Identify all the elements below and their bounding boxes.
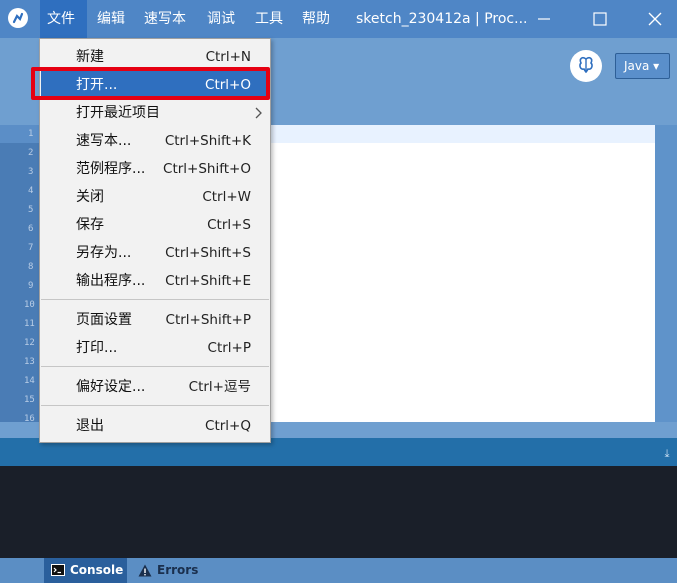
menu-separator [41,299,269,300]
line-number: 8 [28,262,34,272]
maximize-button[interactable] [578,0,622,38]
title-bar: 文件 编辑 速写本 调试 工具 帮助 sketch_230412a | Proc… [0,0,677,38]
menu-item-shortcut: Ctrl+Shift+S [165,245,251,261]
menu-item-shortcut: Ctrl+S [207,217,251,233]
menu-item-shortcut: Ctrl+Shift+P [165,312,251,328]
mode-button[interactable] [570,50,602,82]
minimize-button[interactable] [522,0,566,38]
line-number: 12 [24,338,35,348]
menu-item-quit[interactable]: 退出 Ctrl+Q [41,412,269,440]
menu-sketch[interactable]: 速写本 [137,0,193,38]
line-number: 1 [28,129,34,139]
chevron-right-icon [255,107,262,119]
menu-item-label: 输出程序... [76,273,146,289]
line-number-gutter: 1 2 3 4 5 6 7 8 9 10 11 12 13 14 15 16 [0,125,40,424]
menu-item-page-setup[interactable]: 页面设置 Ctrl+Shift+P [41,306,269,334]
scroll-down-icon[interactable]: ⤓ [660,447,674,461]
menu-item-label: 偏好设定... [76,379,146,395]
menu-item-label: 范例程序... [76,161,146,177]
close-icon [648,12,662,26]
menu-item-open-recent[interactable]: 打开最近项目 [41,99,269,127]
line-number: 14 [24,376,35,386]
menu-item-label: 关闭 [76,189,104,205]
annotation-highlight-box [31,67,270,100]
console-output[interactable] [0,466,677,558]
menu-item-shortcut: Ctrl+Shift+K [164,133,251,149]
menu-item-label: 另存为... [76,245,132,261]
maximize-icon [593,12,607,26]
tab-errors[interactable]: Errors [131,558,206,583]
menu-file[interactable]: 文件 [40,0,87,38]
menu-item-label: 打印... [76,340,118,356]
current-line-gutter [0,125,40,143]
code-editor[interactable] [269,125,655,422]
line-number: 11 [24,319,35,329]
terminal-icon [51,564,65,576]
menu-item-shortcut: Ctrl+逗号 [188,379,251,395]
menu-edit[interactable]: 编辑 [90,0,132,38]
tab-console[interactable]: Console [44,558,127,583]
line-number: 13 [24,357,35,367]
current-line-highlight [269,125,655,143]
line-number: 9 [28,281,34,291]
menu-item-label: 速写本... [76,133,132,149]
tab-errors-label: Errors [157,563,199,577]
processing-logo-icon [8,8,28,28]
line-number: 3 [28,167,34,177]
menu-tools[interactable]: 工具 [248,0,290,38]
menu-item-label: 退出 [76,418,104,434]
menu-item-sketchbook[interactable]: 速写本... Ctrl+Shift+K [41,127,269,155]
menu-item-export[interactable]: 输出程序... Ctrl+Shift+E [41,267,269,295]
menu-item-shortcut: Ctrl+W [202,189,251,205]
menu-debug[interactable]: 调试 [200,0,242,38]
butterfly-icon [579,56,593,74]
menu-item-close[interactable]: 关闭 Ctrl+W [41,183,269,211]
window-title: sketch_230412a | Proc... [356,11,528,27]
line-number: 6 [28,224,34,234]
menu-item-examples[interactable]: 范例程序... Ctrl+Shift+O [41,155,269,183]
menu-help[interactable]: 帮助 [295,0,337,38]
minimize-icon [538,18,550,20]
menu-item-shortcut: Ctrl+P [207,340,251,356]
menu-item-shortcut: Ctrl+Q [205,418,251,434]
line-number: 15 [24,395,35,405]
menu-item-label: 页面设置 [76,312,132,328]
menu-item-print[interactable]: 打印... Ctrl+P [41,334,269,362]
menu-item-shortcut: Ctrl+Shift+E [165,273,251,289]
tab-console-label: Console [70,563,124,577]
line-number: 10 [24,300,35,310]
menu-item-preferences[interactable]: 偏好设定... Ctrl+逗号 [41,373,269,401]
line-number: 5 [28,205,34,215]
line-number: 7 [28,243,34,253]
line-number: 4 [28,186,34,196]
menu-item-save-as[interactable]: 另存为... Ctrl+Shift+S [41,239,269,267]
mode-select[interactable]: Java ▾ [615,53,670,79]
menu-separator [41,366,269,367]
menu-item-shortcut: Ctrl+Shift+O [163,161,251,177]
warning-icon [138,564,152,577]
line-number: 2 [28,148,34,158]
editor-scrollbar[interactable] [655,125,677,422]
menu-item-label: 保存 [76,217,104,233]
menu-separator [41,405,269,406]
menu-item-label: 打开最近项目 [76,105,160,121]
menu-item-save[interactable]: 保存 Ctrl+S [41,211,269,239]
close-button[interactable] [633,0,677,38]
